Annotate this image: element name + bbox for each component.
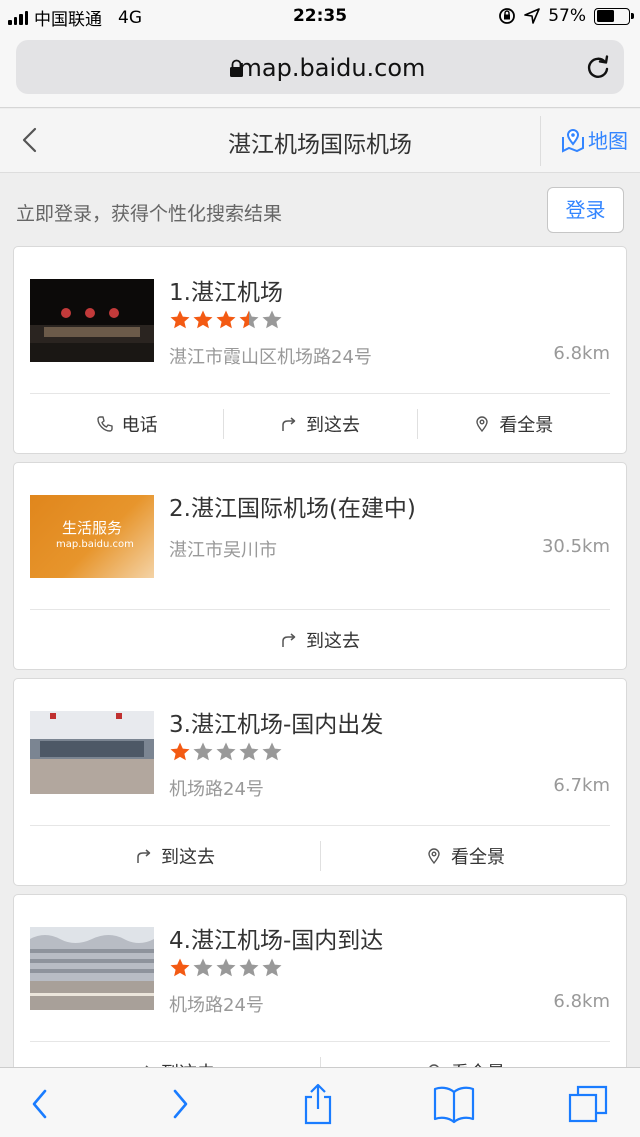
browser-forward-button[interactable] bbox=[158, 1082, 202, 1126]
share-button[interactable] bbox=[296, 1082, 340, 1126]
star-icon bbox=[170, 310, 190, 329]
result-card[interactable]: 3.湛江机场-国内出发 机场路24号 6.7km 到这去 看全景 bbox=[13, 678, 627, 886]
star-icon bbox=[193, 958, 213, 977]
result-title[interactable]: 2.湛江国际机场(在建中) bbox=[169, 489, 416, 523]
panorama-button[interactable]: 看全景 bbox=[416, 393, 610, 455]
rating-stars bbox=[169, 957, 283, 979]
chevron-right-icon bbox=[173, 1089, 188, 1119]
battery-percent: 57% bbox=[548, 6, 586, 26]
call-label: 电话 bbox=[121, 415, 158, 436]
result-distance: 6.7km bbox=[553, 775, 610, 796]
browser-toolbar bbox=[0, 1067, 640, 1137]
login-tip: 立即登录，获得个性化搜索结果 bbox=[16, 203, 283, 225]
result-address: 机场路24号 bbox=[169, 995, 264, 1016]
directions-icon bbox=[137, 849, 151, 863]
directions-label: 到这去 bbox=[161, 847, 215, 868]
battery-icon bbox=[594, 7, 634, 25]
result-photo bbox=[30, 279, 154, 362]
result-title[interactable]: 3.湛江机场-国内出发 bbox=[169, 705, 383, 739]
card-actions: 到这去 bbox=[30, 609, 610, 671]
map-button-label: 地图 bbox=[588, 129, 628, 153]
panorama-button[interactable]: 看全景 bbox=[320, 825, 610, 887]
result-card[interactable]: 1.湛江机场 湛江市霞山区机场路24号 6.8km 电话 到这去 看全景 bbox=[13, 246, 627, 454]
star-icon bbox=[193, 310, 213, 329]
result-title[interactable]: 1.湛江机场 bbox=[169, 273, 283, 307]
panorama-pin-icon bbox=[428, 848, 440, 865]
browser-back-button[interactable] bbox=[18, 1082, 62, 1126]
star-icon bbox=[262, 310, 282, 329]
star-icon bbox=[216, 958, 236, 977]
result-photo: 生活服务 map.baidu.com bbox=[30, 495, 154, 578]
page-title: 湛江机场国际机场 bbox=[228, 132, 412, 158]
directions-icon bbox=[282, 633, 296, 647]
result-photo bbox=[30, 711, 154, 794]
result-address: 湛江市吴川市 bbox=[169, 540, 277, 561]
rating-stars bbox=[169, 309, 283, 331]
map-button[interactable]: 地图 bbox=[560, 125, 628, 154]
directions-icon bbox=[282, 417, 296, 431]
panorama-label: 看全景 bbox=[451, 847, 505, 868]
star-icon bbox=[239, 742, 259, 761]
card-actions: 到这去 看全景 bbox=[30, 825, 610, 887]
result-card[interactable]: 生活服务 map.baidu.com 2.湛江国际机场(在建中) 湛江市吴川市 … bbox=[13, 462, 627, 670]
rating-stars bbox=[169, 741, 283, 763]
thumb-url-text: map.baidu.com bbox=[56, 539, 134, 550]
result-address: 机场路24号 bbox=[169, 779, 264, 800]
panorama-label: 看全景 bbox=[499, 415, 554, 436]
result-distance: 6.8km bbox=[553, 343, 610, 364]
thumb-service-text: 生活服务 bbox=[62, 519, 123, 537]
rotation-lock-icon bbox=[499, 8, 516, 24]
call-button[interactable]: 电话 bbox=[30, 393, 223, 455]
bookmarks-button[interactable] bbox=[432, 1082, 476, 1126]
directions-label: 到这去 bbox=[306, 631, 360, 652]
star-icon bbox=[262, 958, 282, 977]
tabs-button[interactable] bbox=[566, 1082, 610, 1126]
result-distance: 30.5km bbox=[541, 536, 610, 557]
share-icon bbox=[304, 1083, 332, 1125]
star-icon bbox=[239, 958, 259, 977]
browser-address-area: map.baidu.com bbox=[0, 34, 640, 108]
card-actions: 电话 到这去 看全景 bbox=[30, 393, 610, 455]
directions-button[interactable]: 到这去 bbox=[223, 393, 416, 455]
url-text: map.baidu.com bbox=[238, 54, 426, 82]
star-icon bbox=[216, 310, 236, 329]
page-header: 湛江机场国际机场 地图 bbox=[0, 109, 640, 173]
star-icon bbox=[193, 742, 213, 761]
login-button[interactable]: 登录 bbox=[547, 187, 624, 233]
result-distance: 6.8km bbox=[553, 991, 610, 1012]
reload-icon[interactable] bbox=[584, 53, 612, 81]
result-title[interactable]: 4.湛江机场-国内到达 bbox=[169, 921, 383, 955]
star-icon bbox=[216, 742, 236, 761]
location-arrow-icon bbox=[524, 8, 541, 24]
result-photo bbox=[30, 927, 154, 1010]
phone-icon bbox=[96, 416, 113, 432]
header-divider bbox=[540, 116, 541, 166]
star-icon bbox=[170, 958, 190, 977]
directions-button[interactable]: 到这去 bbox=[30, 609, 610, 671]
star-icon bbox=[262, 742, 282, 761]
star-icon bbox=[170, 742, 190, 761]
map-icon bbox=[562, 128, 584, 153]
chevron-left-icon bbox=[32, 1089, 47, 1119]
status-bar: 中国联通 4G 22:35 57% bbox=[0, 0, 640, 34]
tabs-icon bbox=[568, 1085, 608, 1123]
panorama-pin-icon bbox=[476, 416, 489, 433]
result-address: 湛江市霞山区机场路24号 bbox=[169, 347, 372, 368]
directions-label: 到这去 bbox=[305, 415, 360, 436]
login-prompt: 立即登录，获得个性化搜索结果 登录 bbox=[0, 174, 640, 244]
book-icon bbox=[433, 1086, 475, 1124]
directions-button[interactable]: 到这去 bbox=[30, 825, 320, 887]
address-bar[interactable]: map.baidu.com bbox=[16, 40, 624, 94]
star-icon bbox=[239, 310, 259, 329]
